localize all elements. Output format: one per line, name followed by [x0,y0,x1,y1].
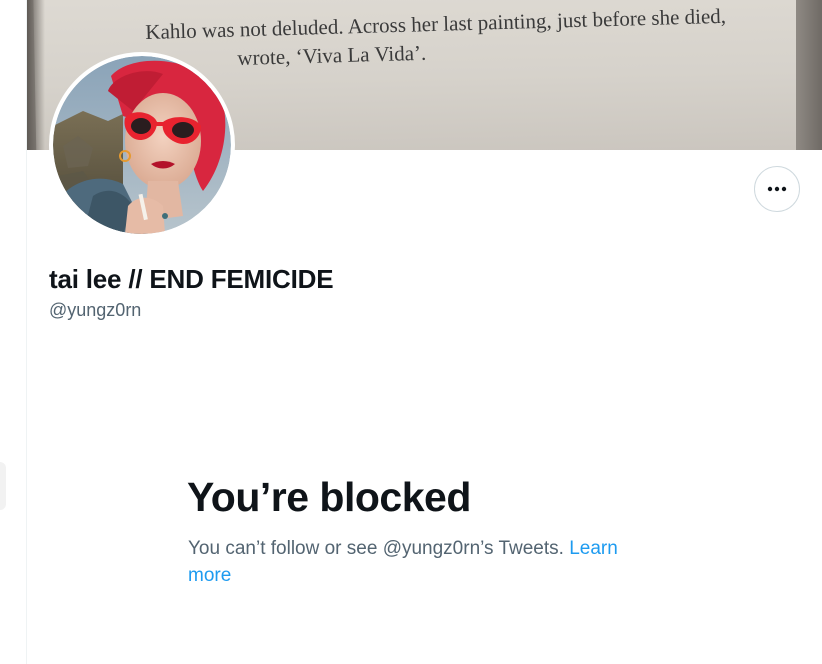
profile-display-name: tai lee // END FEMICIDE [49,264,334,294]
more-options-button[interactable] [754,166,800,212]
profile-handle: @yungz0rn [49,300,142,320]
avatar[interactable] [49,52,235,238]
banner-shadow [27,0,45,150]
banner-book-edge [796,0,822,150]
avatar-photo [53,56,231,234]
blocked-message-text: You can’t follow or see @yungz0rn’s Twee… [188,538,570,559]
banner-text-line-2: wrote, ‘Viva La Vida’. [237,40,427,70]
blocked-message: You can’t follow or see @yungz0rn’s Twee… [188,535,658,589]
profile-page: Kahlo was not deluded. Across her last p… [0,0,822,664]
more-horizontal-icon [767,186,787,192]
left-navigation-rail [0,0,27,664]
rail-item-stub[interactable] [0,462,6,510]
blocked-title: You’re blocked [187,474,471,520]
